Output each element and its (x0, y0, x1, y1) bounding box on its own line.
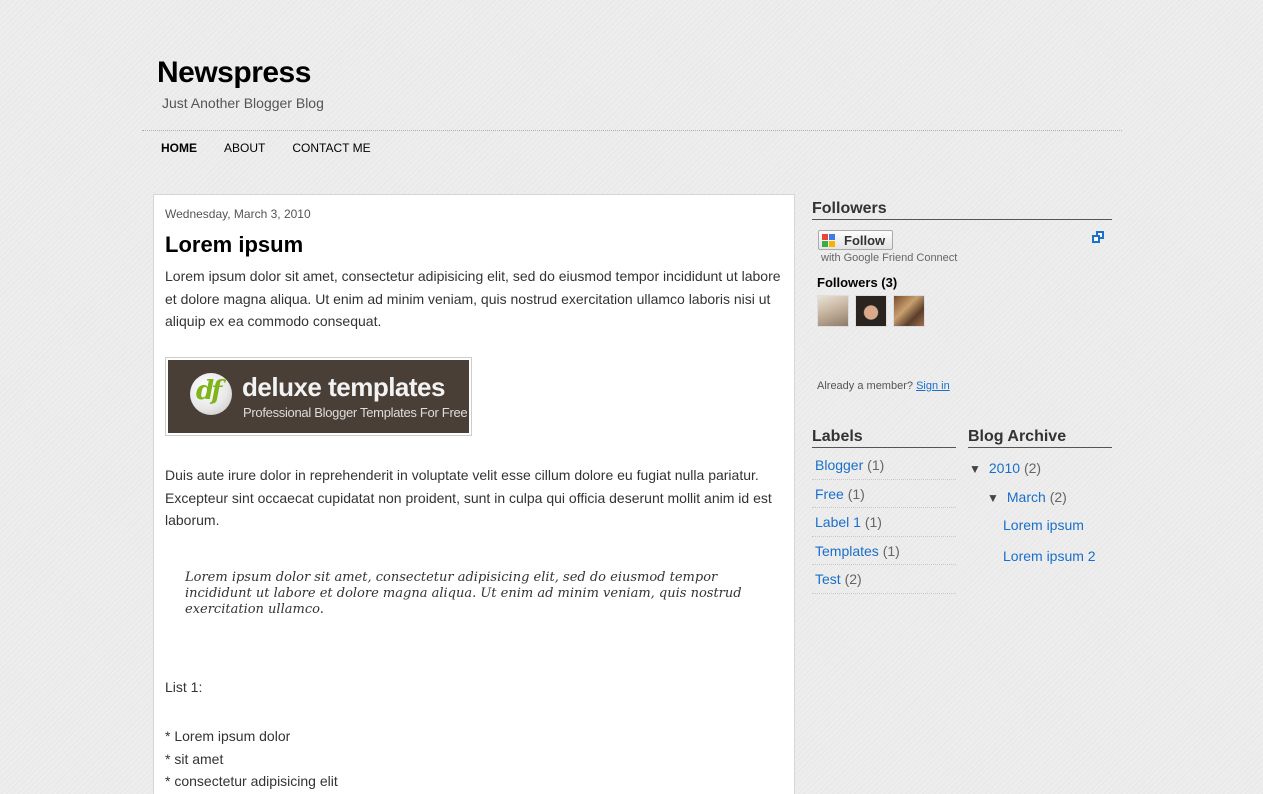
label-count: (1) (867, 457, 885, 473)
collapse-triangle-icon[interactable]: ▼ (987, 491, 999, 505)
archive-year: ▼ 2010 (2) (969, 460, 1041, 476)
follower-avatars (817, 295, 925, 327)
labels-title: Labels (812, 427, 956, 448)
banner-name: deluxe templates (242, 372, 445, 402)
label-link[interactable]: Label 1 (815, 514, 861, 530)
follow-button-label: Follow (844, 233, 886, 248)
label-link[interactable]: Blogger (815, 457, 863, 473)
label-link[interactable]: Test (815, 571, 841, 587)
df-logo-icon: df (190, 373, 232, 415)
gfc-note: with Google Friend Connect (821, 252, 958, 264)
post-title[interactable]: Lorem ipsum (165, 232, 303, 258)
archive-month-count: (2) (1049, 489, 1067, 505)
avatar[interactable] (893, 295, 925, 327)
label-link[interactable]: Free (815, 486, 844, 502)
archive-month-link[interactable]: March (1007, 489, 1046, 505)
banner-logo-text: df (196, 376, 222, 406)
label-item: Label 1 (1) (812, 508, 956, 537)
already-member-text: Already a member? (817, 380, 913, 392)
avatar[interactable] (817, 295, 849, 327)
nav-about[interactable]: ABOUT (224, 140, 265, 156)
banner-tagline: Professional Blogger Templates For Free (243, 405, 468, 420)
list-item: * sit amet (165, 750, 224, 767)
banner-image: df deluxe templates Professional Blogger… (168, 360, 469, 433)
post-blockquote: Lorem ipsum dolor sit amet, consectetur … (185, 570, 742, 617)
archive-post-link[interactable]: Lorem ipsum (1003, 517, 1084, 533)
label-item: Blogger (1) (812, 451, 956, 480)
avatar[interactable] (855, 295, 887, 327)
label-item: Test (2) (812, 565, 956, 594)
archive-year-count: (2) (1023, 460, 1042, 476)
already-member: Already a member? Sign in (817, 380, 950, 392)
deluxe-templates-banner[interactable]: df deluxe templates Professional Blogger… (165, 357, 472, 436)
header-divider (142, 130, 1122, 131)
post-paragraph: Duis aute irure dolor in reprehenderit i… (165, 467, 772, 528)
post-paragraph: Lorem ipsum dolor sit amet, consectetur … (165, 268, 781, 329)
list-title: List 1: (165, 679, 203, 695)
archive-year-link[interactable]: 2010 (989, 460, 1020, 476)
label-count: (1) (847, 485, 865, 502)
archive-post-link[interactable]: Lorem ipsum 2 (1003, 548, 1096, 564)
collapse-triangle-icon[interactable]: ▼ (969, 462, 981, 476)
label-item: Templates (1) (812, 537, 956, 565)
google-friend-connect-icon (822, 234, 835, 247)
list-item: * Lorem ipsum dolor (165, 728, 291, 744)
blog-description: Just Another Blogger Blog (162, 95, 324, 111)
nav-contact[interactable]: CONTACT ME (292, 140, 370, 156)
label-count: (1) (882, 542, 900, 559)
archive-post: Lorem ipsum (1003, 517, 1084, 533)
followers-count: Followers (3) (817, 275, 898, 290)
post-list: * Lorem ipsum dolor * sit amet * consect… (165, 725, 338, 793)
follow-button[interactable]: Follow (818, 230, 893, 250)
label-link[interactable]: Templates (815, 543, 879, 559)
page: Newspress Just Another Blogger Blog HOME… (0, 0, 1263, 794)
archive-post: Lorem ipsum 2 (1003, 548, 1096, 564)
list-item: * consectetur adipisicing elit (165, 773, 338, 789)
archive-month: ▼ March (2) (987, 489, 1067, 505)
post: Wednesday, March 3, 2010 Lorem ipsum Lor… (153, 194, 795, 794)
labels-list: Blogger (1) Free (1) Label 1 (1) Templat… (812, 451, 956, 594)
label-count: (1) (864, 514, 882, 530)
nav-home[interactable]: HOME (161, 140, 197, 156)
blog-title[interactable]: Newspress (157, 56, 311, 90)
post-date: Wednesday, March 3, 2010 (165, 207, 311, 221)
label-count: (2) (844, 571, 862, 587)
label-item: Free (1) (812, 480, 956, 508)
main-nav: HOME ABOUT CONTACT ME (161, 140, 398, 156)
sign-in-link[interactable]: Sign in (916, 380, 950, 392)
archive-title: Blog Archive (968, 427, 1112, 448)
popout-icon[interactable] (1092, 231, 1104, 243)
followers-title: Followers (812, 199, 1112, 220)
